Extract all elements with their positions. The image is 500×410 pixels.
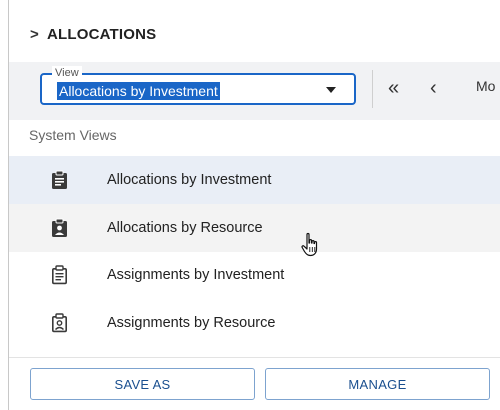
menu-item-assignments-by-resource[interactable]: Assignments by Resource [9, 299, 500, 347]
menu-item-allocations-by-resource[interactable]: Allocations by Resource [9, 204, 500, 252]
manage-button[interactable]: MANAGE [265, 368, 490, 400]
page-title: ALLOCATIONS [46, 25, 157, 43]
clipboard-outline-icon [51, 265, 67, 285]
caret-down-icon[interactable] [326, 87, 336, 93]
previous-page-icon[interactable]: ‹ [430, 76, 437, 100]
section-label-system-views: System Views [29, 127, 117, 143]
save-as-button[interactable]: SAVE AS [30, 368, 255, 400]
menu-item-label: Assignments by Investment [107, 267, 285, 283]
clipboard-filled-icon [52, 170, 67, 189]
menu-item-label: Allocations by Investment [107, 172, 272, 188]
clipboard-person-outline-icon [51, 313, 67, 333]
allocations-panel: > ALLOCATIONS View Allocations by Invest… [0, 0, 500, 410]
chevron-right-icon[interactable]: > [30, 26, 39, 43]
menu-item-assignments-by-investment[interactable]: Assignments by Investment [9, 251, 500, 299]
first-page-icon[interactable]: « [388, 76, 399, 100]
view-select-legend: View [52, 66, 82, 80]
period-label: Mo [476, 78, 496, 94]
view-select-value[interactable]: Allocations by Investment [57, 82, 220, 100]
menu-item-label: Assignments by Resource [107, 315, 276, 331]
hand-pointer-cursor-icon [301, 232, 318, 257]
footer-divider [9, 357, 500, 358]
panel-header[interactable]: > ALLOCATIONS [30, 22, 156, 46]
menu-item-label: Allocations by Resource [107, 220, 263, 236]
menu-item-allocations-by-investment[interactable]: Allocations by Investment [9, 156, 500, 204]
toolbar-divider [372, 70, 373, 108]
view-select[interactable]: View Allocations by Investment [40, 66, 356, 105]
clipboard-person-filled-icon [52, 218, 67, 237]
